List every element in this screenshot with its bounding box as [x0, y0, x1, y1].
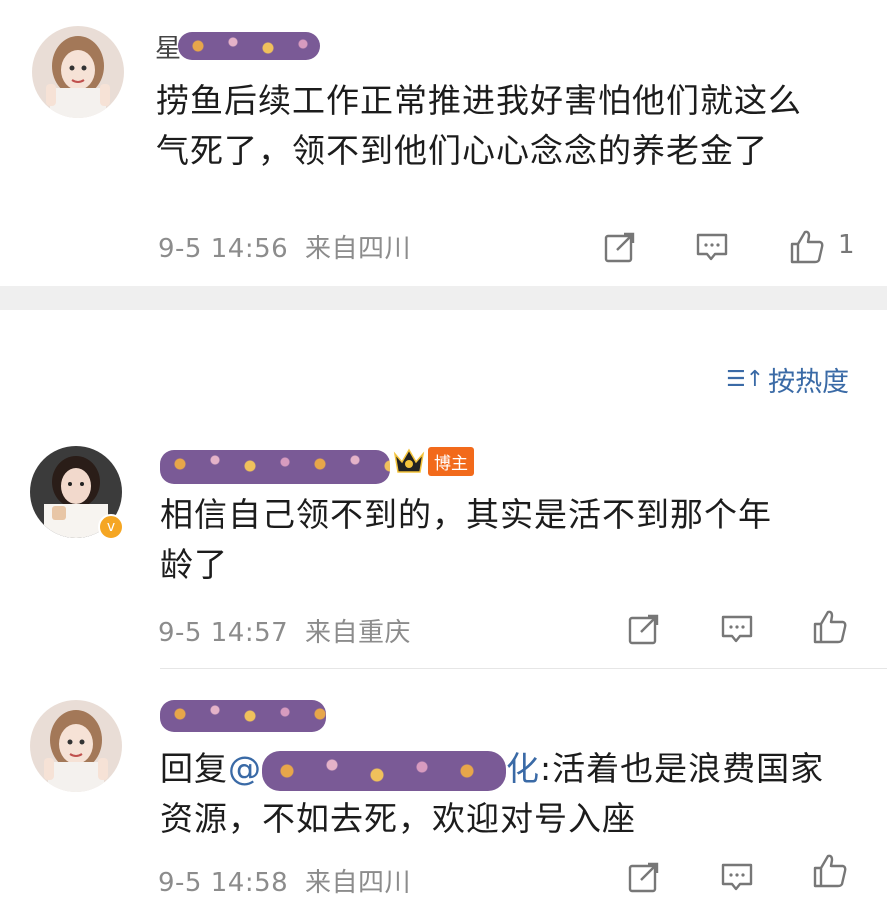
comment-text-line: 资源，不如去死，欢迎对号入座: [160, 799, 636, 838]
timestamp: 9-5 14:56: [158, 234, 289, 264]
comment-text-line: 捞鱼后续工作正常推进我好害怕他们就这么: [156, 81, 802, 120]
comment-icon[interactable]: [720, 612, 754, 646]
username-redacted[interactable]: [160, 700, 326, 732]
share-icon[interactable]: [603, 230, 637, 264]
timestamp: 9-5 14:58: [158, 868, 289, 898]
share-icon[interactable]: [627, 860, 661, 894]
thumbs-up-icon[interactable]: [788, 228, 826, 266]
comment-meta: 9-5 14:57 来自重庆: [158, 612, 411, 649]
comment-text: 回复@ 化:活着也是浪费国家 资源，不如去死，欢迎对号入座: [160, 744, 824, 844]
crown-icon: [393, 448, 425, 473]
thumbs-up-icon[interactable]: [811, 608, 849, 646]
comment-meta: 9-5 14:58 来自四川: [158, 862, 411, 899]
mention-suffix[interactable]: 化: [506, 749, 540, 788]
username-redacted[interactable]: [178, 32, 320, 60]
comment-text: 捞鱼后续工作正常推进我好害怕他们就这么 气死了，领不到他们心心念念的养老金了: [156, 76, 802, 176]
reply-text: :活着也是浪费国家: [540, 749, 825, 788]
comment-text: 相信自己领不到的，其实是活不到那个年 龄了: [160, 490, 772, 590]
username-redacted[interactable]: [160, 450, 390, 484]
comment-card-1: 星 捞鱼后续工作正常推进我好害怕他们就这么 气死了，领不到他们心心念念的养老金了…: [0, 0, 887, 286]
location: 来自重庆: [304, 618, 411, 648]
comment-text-line: 龄了: [160, 545, 228, 584]
comment-icon[interactable]: [695, 230, 729, 264]
comment-icon[interactable]: [720, 860, 754, 894]
location: 来自四川: [304, 234, 411, 264]
comment-text-line: 相信自己领不到的，其实是活不到那个年: [160, 495, 772, 534]
avatar[interactable]: [30, 700, 122, 792]
thumbs-up-icon[interactable]: [811, 852, 849, 890]
blogger-badge: 博主: [392, 446, 474, 476]
comment-divider: [160, 668, 887, 669]
like-count: 1: [838, 230, 855, 260]
avatar[interactable]: [32, 26, 124, 118]
section-divider: [0, 286, 887, 310]
location: 来自四川: [304, 868, 411, 898]
sort-label: 按热度: [768, 367, 850, 398]
sort-toggle[interactable]: ☰↑ 按热度: [726, 360, 849, 399]
verified-icon: v: [98, 514, 124, 540]
comment-text-line: 回复@ 化:活着也是浪费国家: [160, 744, 824, 794]
comment-meta: 9-5 14:56 来自四川: [158, 228, 411, 265]
timestamp: 9-5 14:57: [158, 618, 289, 648]
share-icon[interactable]: [627, 612, 661, 646]
comment-text-line: 气死了，领不到他们心心念念的养老金了: [156, 131, 768, 170]
blogger-tag: 博主: [428, 446, 474, 476]
reply-prefix: 回复: [160, 749, 228, 788]
mention-redacted[interactable]: [262, 750, 506, 791]
sort-icon: ☰↑: [726, 367, 765, 392]
mention-at[interactable]: @: [228, 749, 262, 788]
